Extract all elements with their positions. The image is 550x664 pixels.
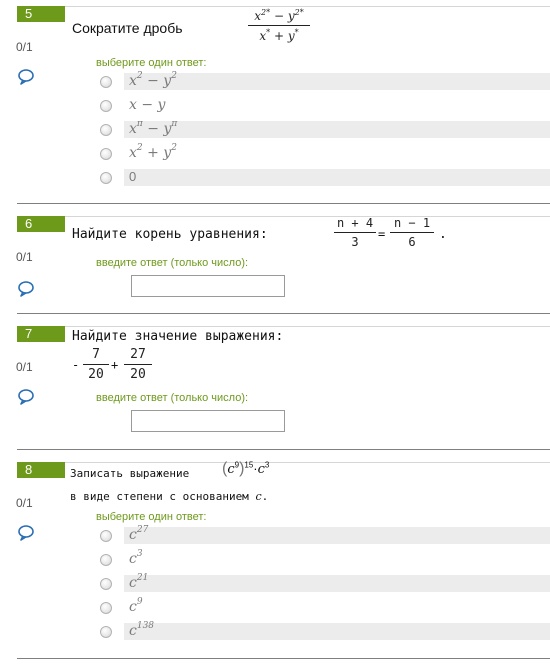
question-text: Найдите корень уравнения: xyxy=(72,227,268,242)
option-label: x − y xyxy=(129,97,166,113)
question-header-line xyxy=(65,216,550,217)
question-number: 8 xyxy=(17,462,65,478)
answer-prompt: введите ответ (только число): xyxy=(96,257,249,269)
question-text: Записать выражение xyxy=(70,467,190,480)
option-label: c9 xyxy=(129,597,143,615)
radio-button[interactable] xyxy=(100,124,112,136)
answer-input[interactable] xyxy=(131,275,285,297)
answer-option[interactable]: c9 xyxy=(98,598,550,618)
answer-option[interactable]: x − y xyxy=(98,96,550,116)
comment-icon[interactable] xyxy=(17,524,35,542)
comment-icon[interactable] xyxy=(17,280,35,298)
answer-option[interactable]: 0 xyxy=(98,168,550,188)
radio-button[interactable] xyxy=(100,626,112,638)
comment-icon[interactable] xyxy=(17,388,35,406)
option-label: c138 xyxy=(129,621,155,639)
answer-option[interactable]: xπ − yπ xyxy=(98,120,550,140)
question-separator xyxy=(17,313,550,314)
minus-sign: - xyxy=(72,358,80,372)
option-label: xπ − yπ xyxy=(129,119,178,137)
question-grade: 0/1 xyxy=(16,360,33,374)
radio-button[interactable] xyxy=(100,148,112,160)
question-formula: x2* − y2* x* + y* xyxy=(248,8,310,43)
fraction-2: 27 20 xyxy=(124,347,152,382)
radio-button[interactable] xyxy=(100,578,112,590)
option-label: c21 xyxy=(129,573,149,591)
option-label: 0 xyxy=(129,169,137,184)
option-label: x2 + y2 xyxy=(129,143,177,161)
question-text-2: в виде степени с основанием c. xyxy=(70,490,269,503)
question-number: 7 xyxy=(17,326,65,342)
fraction-right: n − 1 6 xyxy=(390,216,434,249)
answer-option[interactable]: c3 xyxy=(98,550,550,570)
radio-button[interactable] xyxy=(100,172,112,184)
fraction-1: 7 20 xyxy=(83,347,109,382)
question-text: Найдите значение выражения: xyxy=(72,329,284,344)
radio-button[interactable] xyxy=(100,530,112,542)
formula-end: . xyxy=(439,227,447,242)
question-grade: 0/1 xyxy=(16,40,33,54)
question-text: Сократите дробь xyxy=(72,20,183,36)
answer-input[interactable] xyxy=(131,410,285,432)
answer-option[interactable]: c138 xyxy=(98,622,550,642)
plus-sign: + xyxy=(111,358,119,372)
answer-prompt: выберите один ответ: xyxy=(96,57,207,69)
fraction-left: n + 4 3 xyxy=(334,216,376,249)
radio-button[interactable] xyxy=(100,100,112,112)
option-label: c3 xyxy=(129,549,143,567)
option-label: x2 − y2 xyxy=(129,71,177,89)
answer-option[interactable]: c27 xyxy=(98,526,550,546)
question-separator xyxy=(17,658,550,659)
comment-icon[interactable] xyxy=(17,68,35,86)
radio-button[interactable] xyxy=(100,76,112,88)
radio-button[interactable] xyxy=(100,602,112,614)
radio-button[interactable] xyxy=(100,554,112,566)
question-header-line xyxy=(65,6,550,7)
question-grade: 0/1 xyxy=(16,496,33,510)
answer-option[interactable]: x2 − y2 xyxy=(98,72,550,92)
question-number: 6 xyxy=(17,216,65,232)
question-separator xyxy=(17,449,550,450)
answer-option[interactable]: c21 xyxy=(98,574,550,594)
question-grade: 0/1 xyxy=(16,250,33,264)
question-formula: (c9)15·c3 xyxy=(222,460,270,477)
question-header-line xyxy=(65,326,550,327)
option-label: c27 xyxy=(129,525,149,543)
answer-option[interactable]: x2 + y2 xyxy=(98,144,550,164)
question-number: 5 xyxy=(17,6,65,22)
equals-sign: = xyxy=(378,227,386,241)
question-header-line xyxy=(65,462,550,463)
answer-prompt: выберите один ответ: xyxy=(96,511,207,523)
question-separator xyxy=(17,203,550,204)
answer-prompt: введите ответ (только число): xyxy=(96,392,249,404)
